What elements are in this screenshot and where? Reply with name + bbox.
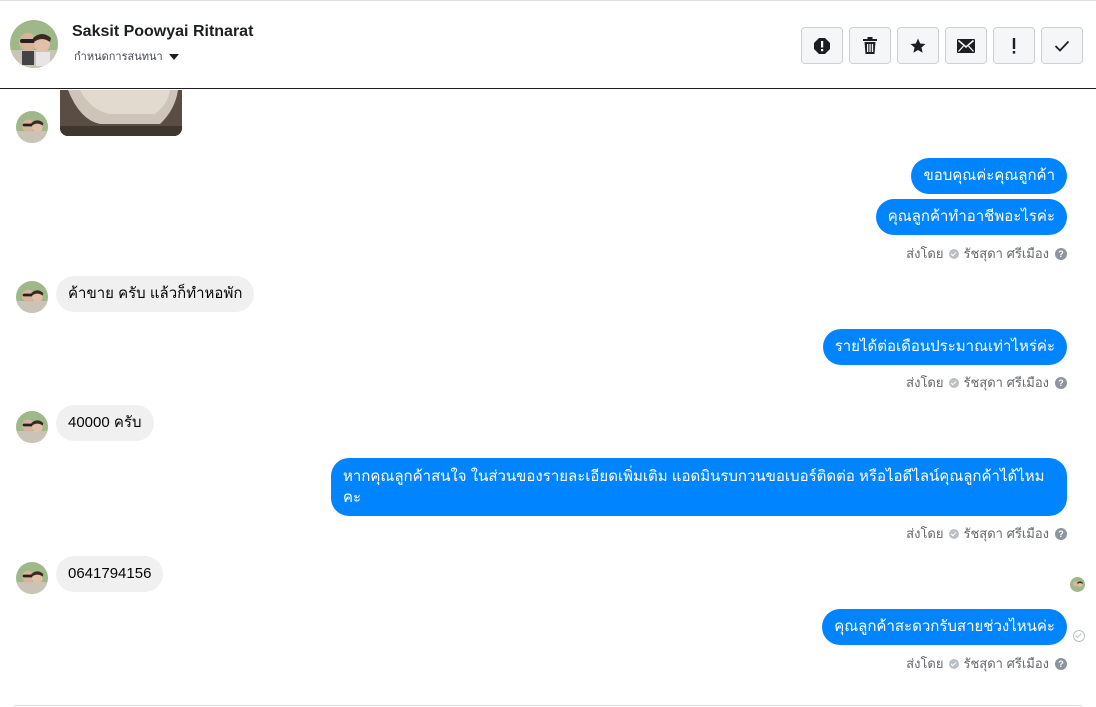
chevron-down-icon (168, 53, 179, 60)
important-icon (1012, 37, 1016, 54)
sent-by-label: ส่งโดย รัชสุดา ศรีเมือง ? (906, 372, 1067, 393)
help-icon[interactable]: ? (1055, 527, 1067, 540)
seen-receipt-avatar (1070, 577, 1085, 592)
checkmark-icon (1054, 40, 1070, 52)
delivered-check-icon (1073, 630, 1085, 642)
contact-avatar-small (16, 562, 48, 594)
verified-icon (948, 248, 959, 259)
outgoing-message[interactable]: คุณลูกค้าสะดวกรับสายช่วงไหนค่ะ (822, 609, 1067, 645)
help-icon[interactable]: ? (1055, 376, 1067, 389)
conversation-label-text: กำหนดการสนทนา (74, 51, 163, 63)
help-icon[interactable]: ? (1055, 247, 1067, 260)
contact-name[interactable]: Saksit Poowyai Ritnarat (72, 23, 253, 41)
outgoing-message[interactable]: หากคุณลูกค้าสนใจ ในส่วนของรายละเอียดเพิ่… (331, 458, 1067, 516)
message-thread[interactable]: ขอบคุณค่ะคุณลูกค้า คุณลูกค้าทำอาชีพอะไรค… (0, 90, 1096, 707)
sent-by-prefix: ส่งโดย (906, 375, 944, 390)
important-button[interactable] (993, 27, 1035, 64)
outgoing-message[interactable]: รายได้ต่อเดือนประมาณเท่าไหร่ค่ะ (822, 329, 1067, 365)
star-icon (910, 38, 926, 53)
delete-button[interactable] (849, 27, 891, 64)
sent-by-label: ส่งโดย รัชสุดา ศรีเมือง ? (906, 653, 1067, 674)
trash-icon (863, 37, 877, 54)
verified-icon (948, 528, 959, 539)
help-icon[interactable]: ? (1055, 657, 1067, 670)
contact-avatar-small (16, 281, 48, 313)
incoming-message[interactable]: 0641794156 (56, 556, 164, 592)
star-button[interactable] (897, 27, 939, 64)
spam-icon (814, 37, 830, 54)
verified-icon (948, 658, 959, 669)
sent-by-label: ส่งโดย รัชสุดา ศรีเมือง ? (906, 523, 1067, 544)
contact-avatar[interactable] (10, 20, 58, 68)
sent-by-prefix: ส่งโดย (906, 246, 944, 261)
conversation-label-dropdown[interactable]: กำหนดการสนทนา (74, 47, 179, 65)
header-actions (801, 27, 1083, 64)
outgoing-message[interactable]: ขอบคุณค่ะคุณลูกค้า (911, 158, 1067, 194)
conversation-header: Saksit Poowyai Ritnarat กำหนดการสนทนา (0, 0, 1096, 89)
sent-by-agent[interactable]: รัชสุดา ศรีเมือง (964, 243, 1050, 264)
spam-button[interactable] (801, 27, 843, 64)
sent-by-prefix: ส่งโดย (906, 526, 944, 541)
mark-unread-button[interactable] (945, 27, 987, 64)
incoming-message[interactable]: ค้าขาย ครับ แล้วก็ทำหอพัก (56, 276, 255, 312)
contact-avatar-small (16, 111, 48, 143)
sent-by-agent[interactable]: รัชสุดา ศรีเมือง (964, 653, 1050, 674)
contact-avatar-small (16, 411, 48, 443)
envelope-icon (957, 38, 975, 53)
sent-by-label: ส่งโดย รัชสุดา ศรีเมือง ? (906, 243, 1067, 264)
mark-done-button[interactable] (1041, 27, 1083, 64)
composer-divider (14, 705, 1082, 706)
photo-attachment[interactable] (60, 90, 182, 136)
sent-by-agent[interactable]: รัชสุดา ศรีเมือง (964, 523, 1050, 544)
verified-icon (948, 377, 959, 388)
outgoing-message[interactable]: คุณลูกค้าทำอาชีพอะไรค่ะ (875, 199, 1067, 235)
incoming-message[interactable]: 40000 ครับ (56, 405, 154, 441)
sent-by-prefix: ส่งโดย (906, 656, 944, 671)
sent-by-agent[interactable]: รัชสุดา ศรีเมือง (964, 372, 1050, 393)
